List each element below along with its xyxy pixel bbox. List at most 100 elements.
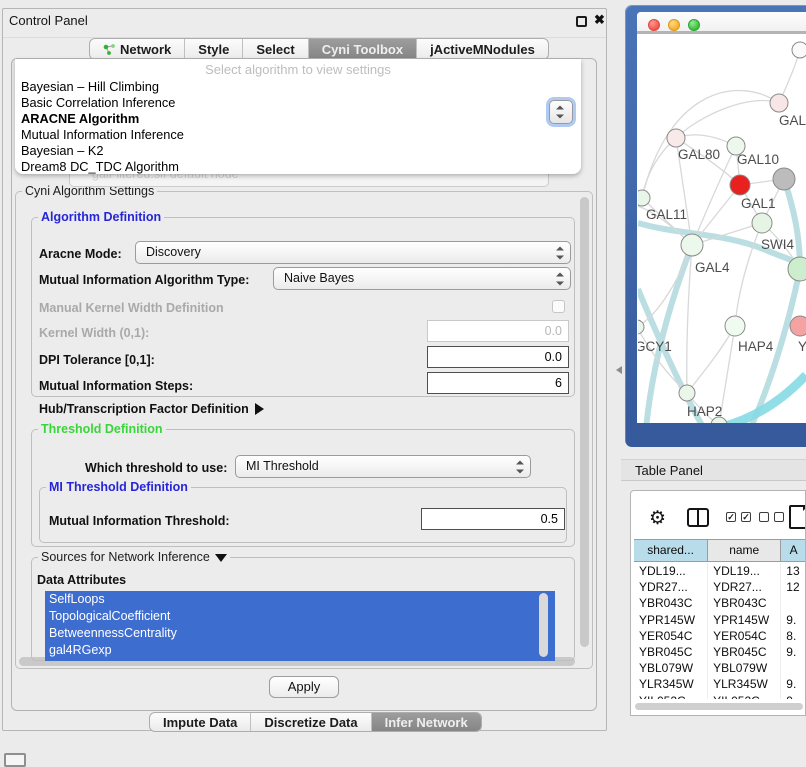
network-node-gal4[interactable]	[681, 234, 703, 256]
manual-kernel-width-checkbox[interactable]	[552, 300, 565, 313]
algorithm-option-bayesian-hill-climbing[interactable]: Bayesian – Hill Climbing	[21, 79, 575, 95]
table-row[interactable]: YBL079WYBL079W	[634, 660, 806, 676]
checked-checkbox-icon[interactable]: ✓	[726, 512, 736, 522]
tab-network[interactable]: Network	[90, 39, 185, 59]
column-header-shared[interactable]: shared...	[634, 540, 708, 561]
table-panel-title: Table Panel	[635, 463, 703, 478]
algorithm-option-dream8-dc-tdc-algorithm[interactable]: Dream8 DC_TDC Algorithm	[21, 159, 575, 175]
table-cell: YDL19...	[634, 563, 708, 579]
minimized-panel-icon[interactable]	[4, 753, 26, 767]
panel-title: Control Panel	[9, 13, 88, 28]
tab-label: Style	[198, 42, 229, 57]
table-panel: ⚙ ✓ ✓ shared...nameA YDL19...YDL19...13Y…	[630, 490, 806, 716]
which-threshold-label: Which threshold to use:	[85, 461, 227, 475]
table-cell: 13	[781, 563, 806, 579]
network-node-gcy1[interactable]	[638, 320, 644, 334]
network-node-swi4[interactable]	[752, 213, 772, 233]
sources-title: Sources for Network Inference	[41, 550, 210, 564]
network-window-inner: GAL7GAL80GAL10GAL1GAL11SWI4GAL4GCY1HAP4Y…	[637, 12, 806, 423]
table-cell	[781, 660, 806, 676]
algorithm-option-mutual-information-inference[interactable]: Mutual Information Inference	[21, 127, 575, 143]
sources-toggle[interactable]: Sources for Network Inference	[38, 550, 230, 564]
table-row[interactable]: YBR045CYBR045C9.	[634, 644, 806, 660]
float-window-icon[interactable]	[576, 16, 587, 27]
network-node-hap4[interactable]	[725, 316, 745, 336]
mi-threshold-label: Mutual Information Threshold:	[49, 514, 230, 528]
table-horizontal-scrollbar[interactable]	[635, 703, 803, 710]
column-header-name[interactable]: name	[708, 540, 781, 561]
tab-style[interactable]: Style	[185, 39, 243, 59]
network-node-gal80[interactable]	[667, 129, 685, 147]
algorithm-dropdown-popup: Select algorithm to view settings Bayesi…	[15, 59, 581, 174]
hub-definition-toggle[interactable]: Hub/Transcription Factor Definition	[39, 402, 264, 416]
tab-label: Select	[256, 42, 294, 57]
aracne-mode-combo[interactable]: Discovery	[135, 241, 571, 264]
settings-vertical-scrollbar[interactable]	[580, 197, 589, 647]
columns-icon[interactable]	[687, 508, 709, 527]
network-node-gal1[interactable]	[730, 175, 750, 195]
split-pane-collapse-arrow[interactable]	[612, 366, 622, 374]
tab-jactivemnodules[interactable]: jActiveMNodules	[417, 39, 548, 59]
network-node-hap2[interactable]	[679, 385, 695, 401]
tab-label: Impute Data	[163, 715, 237, 730]
which-threshold-value: MI Threshold	[246, 459, 319, 473]
tab-label: Infer Network	[385, 715, 468, 730]
which-threshold-combo[interactable]: MI Threshold	[235, 455, 531, 478]
focused-combo-spinner[interactable]	[549, 100, 573, 124]
network-window-titlebar[interactable]	[637, 12, 806, 34]
close-icon[interactable]: ✖	[594, 12, 605, 28]
tab-impute-data[interactable]: Impute Data	[150, 713, 251, 731]
attribute-item-betweennesscentrality[interactable]: BetweennessCentrality	[45, 625, 555, 642]
mi-algorithm-type-combo[interactable]: Naive Bayes	[273, 267, 571, 290]
apply-button[interactable]: Apply	[269, 676, 339, 698]
node-label: Y	[798, 339, 806, 354]
aracne-mode-value: Discovery	[146, 245, 201, 259]
attributes-scrollbar[interactable]	[539, 593, 548, 657]
network-node[interactable]	[773, 168, 795, 190]
minimize-traffic-light-icon[interactable]	[668, 19, 680, 31]
new-table-icon[interactable]	[789, 505, 806, 529]
table-row[interactable]: YPR145WYPR145W9.	[634, 612, 806, 628]
tab-label: Discretize Data	[264, 715, 357, 730]
tab-discretize-data[interactable]: Discretize Data	[251, 713, 371, 731]
table-cell: YPR145W	[634, 612, 708, 628]
data-attributes-list[interactable]: SelfLoopsTopologicalCoefficientBetweenne…	[45, 591, 555, 661]
algorithm-option-bayesian-k2[interactable]: Bayesian – K2	[21, 143, 575, 159]
algorithm-option-basic-correlation-inference[interactable]: Basic Correlation Inference	[21, 95, 575, 111]
mi-steps-input[interactable]: 6	[427, 372, 569, 394]
unchecked-checkbox-icon[interactable]	[774, 512, 784, 522]
attribute-item-topologicalcoefficient[interactable]: TopologicalCoefficient	[45, 608, 555, 625]
expanded-arrow-icon	[215, 554, 227, 562]
tab-label: Network	[120, 42, 171, 57]
algorithm-option-aracne-algorithm[interactable]: ARACNE Algorithm	[21, 111, 575, 127]
network-node-y[interactable]	[790, 316, 806, 336]
table-cell	[781, 595, 806, 611]
network-canvas[interactable]: GAL7GAL80GAL10GAL1GAL11SWI4GAL4GCY1HAP4Y…	[638, 37, 806, 423]
network-node-gal7[interactable]	[770, 94, 788, 112]
network-node[interactable]	[792, 42, 806, 58]
table-cell: 9.	[781, 676, 806, 692]
table-row[interactable]: YLR345WYLR345W9.	[634, 676, 806, 692]
table-row[interactable]: YER054CYER054C8.	[634, 628, 806, 644]
tab-select[interactable]: Select	[243, 39, 308, 59]
gear-icon[interactable]: ⚙	[649, 507, 666, 530]
close-traffic-light-icon[interactable]	[648, 19, 660, 31]
tab-infer-network[interactable]: Infer Network	[372, 713, 481, 731]
zoom-traffic-light-icon[interactable]	[688, 19, 700, 31]
unchecked-checkbox-icon[interactable]	[759, 512, 769, 522]
table-row[interactable]: YDL19...YDL19...13	[634, 563, 806, 579]
hub-definition-label: Hub/Transcription Factor Definition	[39, 402, 249, 416]
attribute-item-gal4rgexp[interactable]: gal4RGexp	[45, 642, 555, 659]
tab-cyni-toolbox[interactable]: Cyni Toolbox	[309, 39, 417, 59]
dpi-tolerance-input[interactable]: 0.0	[427, 346, 569, 368]
table-row[interactable]: YIL052CYIL052C9	[634, 693, 806, 700]
algorithm-option-list: Bayesian – Hill ClimbingBasic Correlatio…	[21, 79, 575, 175]
checked-checkbox-icon[interactable]: ✓	[741, 512, 751, 522]
column-header-a[interactable]: A	[781, 540, 806, 561]
attribute-item-selfloops[interactable]: SelfLoops	[45, 591, 555, 608]
table-row[interactable]: YBR043CYBR043C	[634, 595, 806, 611]
table-row[interactable]: YDR27...YDR27...12	[634, 579, 806, 595]
spinner-arrows-icon	[556, 272, 564, 285]
mi-threshold-input[interactable]: 0.5	[421, 508, 565, 530]
network-node-gal11[interactable]	[638, 190, 650, 206]
